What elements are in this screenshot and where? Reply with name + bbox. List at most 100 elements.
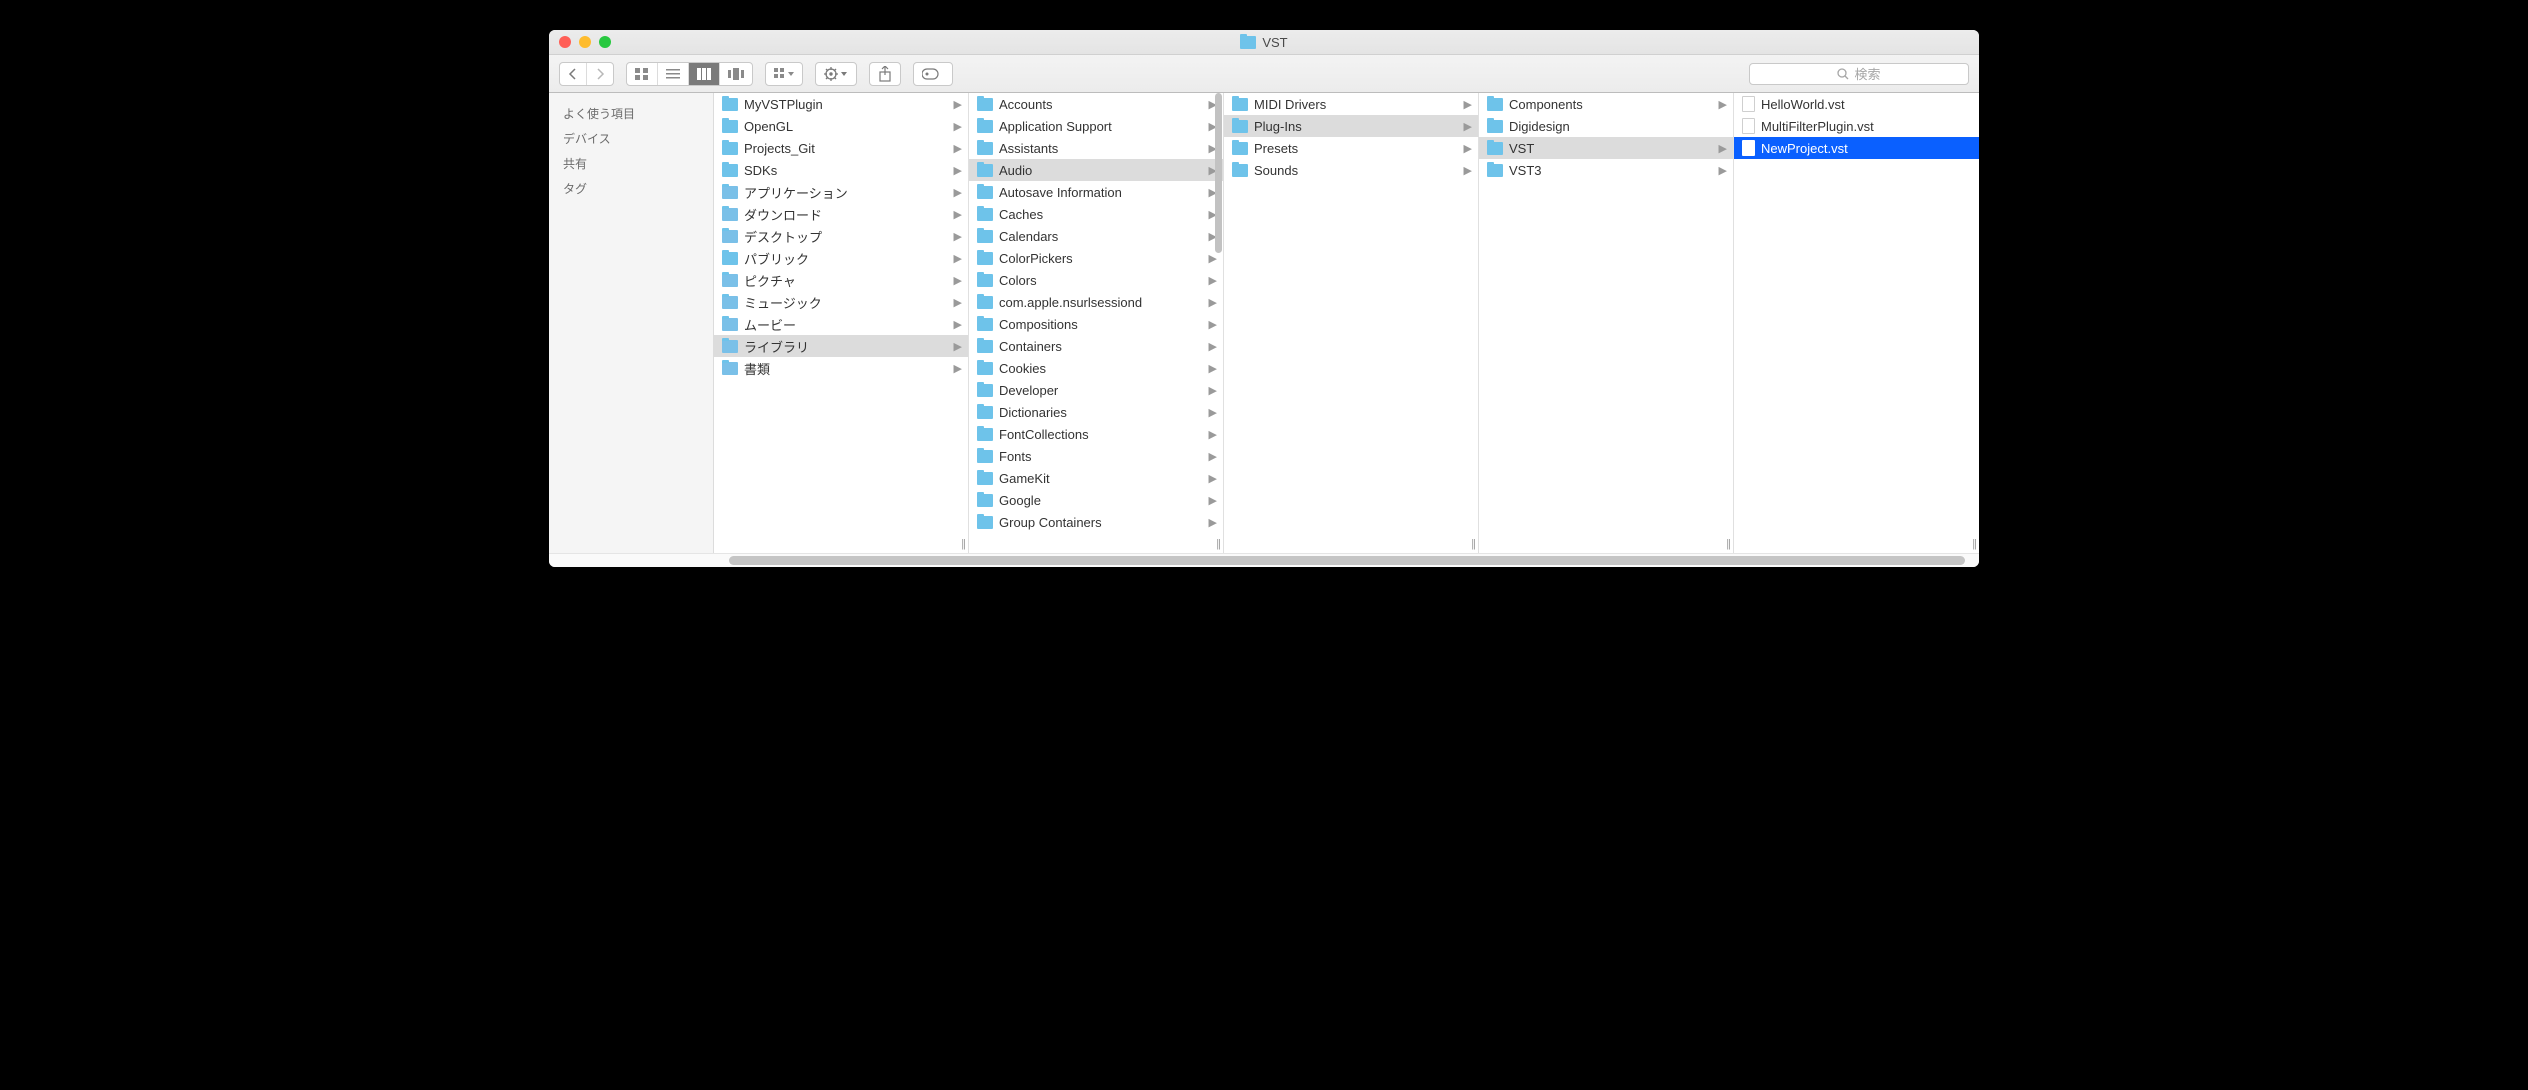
folder-row[interactable]: VST3▶ [1479,159,1733,181]
folder-icon [977,494,993,507]
item-label: Assistants [999,141,1209,156]
folder-icon [722,230,738,243]
folder-row[interactable]: SDKs▶ [714,159,968,181]
folder-row[interactable]: 書類▶ [714,357,968,379]
folder-icon [1232,142,1248,155]
folder-row[interactable]: デスクトップ▶ [714,225,968,247]
folder-row[interactable]: ライブラリ▶ [714,335,968,357]
folder-row[interactable]: ミュージック▶ [714,291,968,313]
chevron-right-icon: ▶ [1209,494,1217,507]
folder-row[interactable]: MIDI Drivers▶ [1224,93,1478,115]
chevron-right-icon: ▶ [954,340,962,353]
sidebar-section[interactable]: タグ [549,176,713,201]
folder-row[interactable]: アプリケーション▶ [714,181,968,203]
folder-row[interactable]: Application Support▶ [969,115,1223,137]
folder-row[interactable]: Projects_Git▶ [714,137,968,159]
folder-icon [722,142,738,155]
horizontal-scrollbar[interactable] [549,553,1979,567]
folder-row[interactable]: Dictionaries▶ [969,401,1223,423]
coverflow-view-button[interactable] [720,63,752,85]
folder-row[interactable]: com.apple.nsurlsessiond▶ [969,291,1223,313]
folder-row[interactable]: VST▶ [1479,137,1733,159]
file-row[interactable]: HelloWorld.vst [1734,93,1979,115]
folder-icon [977,450,993,463]
folder-row[interactable]: MyVSTPlugin▶ [714,93,968,115]
search-field[interactable]: 検索 [1749,63,1969,85]
folder-row[interactable]: Calendars▶ [969,225,1223,247]
folder-row[interactable]: ピクチャ▶ [714,269,968,291]
action-button[interactable] [816,63,856,85]
file-row[interactable]: MultiFilterPlugin.vst [1734,115,1979,137]
chevron-right-icon: ▶ [1209,252,1217,265]
folder-row[interactable]: Caches▶ [969,203,1223,225]
folder-row[interactable]: FontCollections▶ [969,423,1223,445]
chevron-right-icon: ▶ [954,120,962,133]
folder-row[interactable]: Assistants▶ [969,137,1223,159]
folder-row[interactable]: Audio▶ [969,159,1223,181]
scrollbar-thumb[interactable] [729,556,1965,565]
item-label: SDKs [744,163,954,178]
folder-row[interactable]: Presets▶ [1224,137,1478,159]
navigation-buttons [559,62,614,86]
item-label: MyVSTPlugin [744,97,954,112]
folder-row[interactable]: ムービー▶ [714,313,968,335]
item-label: アプリケーション [744,183,954,202]
folder-row[interactable]: Fonts▶ [969,445,1223,467]
folder-row[interactable]: Autosave Information▶ [969,181,1223,203]
column-resize-handle[interactable]: || [1726,538,1730,550]
folder-row[interactable]: Accounts▶ [969,93,1223,115]
folder-row[interactable]: Google▶ [969,489,1223,511]
column: HelloWorld.vstMultiFilterPlugin.vst NewPr… [1734,93,1979,553]
folder-icon [722,274,738,287]
item-label: FontCollections [999,427,1209,442]
finder-window: VST [549,30,1979,567]
arrange-button[interactable] [766,63,802,85]
folder-row[interactable]: Cookies▶ [969,357,1223,379]
folder-row[interactable]: パブリック▶ [714,247,968,269]
folder-row[interactable]: Group Containers▶ [969,511,1223,533]
item-label: Audio [999,163,1209,178]
column-resize-handle[interactable]: || [1972,538,1976,550]
file-row[interactable]: NewProject.vst [1734,137,1979,159]
folder-row[interactable]: OpenGL▶ [714,115,968,137]
column-view-button[interactable] [689,63,720,85]
folder-row[interactable]: ダウンロード▶ [714,203,968,225]
tags-button[interactable] [914,63,952,85]
sidebar-section[interactable]: よく使う項目 [549,101,713,126]
folder-row[interactable]: Plug-Ins▶ [1224,115,1478,137]
folder-row[interactable]: Developer▶ [969,379,1223,401]
sidebar-section[interactable]: デバイス [549,126,713,151]
folder-icon [977,98,993,111]
folder-row[interactable]: Colors▶ [969,269,1223,291]
folder-row[interactable]: ColorPickers▶ [969,247,1223,269]
folder-row[interactable]: Containers▶ [969,335,1223,357]
folder-row[interactable]: Sounds▶ [1224,159,1478,181]
column-resize-handle[interactable]: || [1216,538,1220,550]
column-resize-handle[interactable]: || [961,538,965,550]
folder-row[interactable]: Components▶ [1479,93,1733,115]
share-button[interactable] [870,63,900,85]
column-resize-handle[interactable]: || [1471,538,1475,550]
list-view-button[interactable] [658,63,689,85]
item-label: VST [1509,141,1719,156]
arrange-menu[interactable] [765,62,803,86]
back-button[interactable] [560,63,587,85]
item-label: NewProject.vst [1761,141,1973,156]
sidebar-section[interactable]: 共有 [549,151,713,176]
view-mode-buttons [626,62,753,86]
icon-view-button[interactable] [627,63,658,85]
zoom-window-button[interactable] [599,36,611,48]
item-label: Sounds [1254,163,1464,178]
window-title-text: VST [1262,35,1287,50]
item-label: Dictionaries [999,405,1209,420]
forward-button[interactable] [587,63,613,85]
folder-row[interactable]: GameKit▶ [969,467,1223,489]
minimize-window-button[interactable] [579,36,591,48]
vertical-scrollbar[interactable] [1215,93,1222,253]
folder-row[interactable]: Compositions▶ [969,313,1223,335]
folder-icon [722,340,738,353]
folder-row[interactable]: Digidesign [1479,115,1733,137]
action-menu[interactable] [815,62,857,86]
search-icon [1837,68,1849,80]
close-window-button[interactable] [559,36,571,48]
